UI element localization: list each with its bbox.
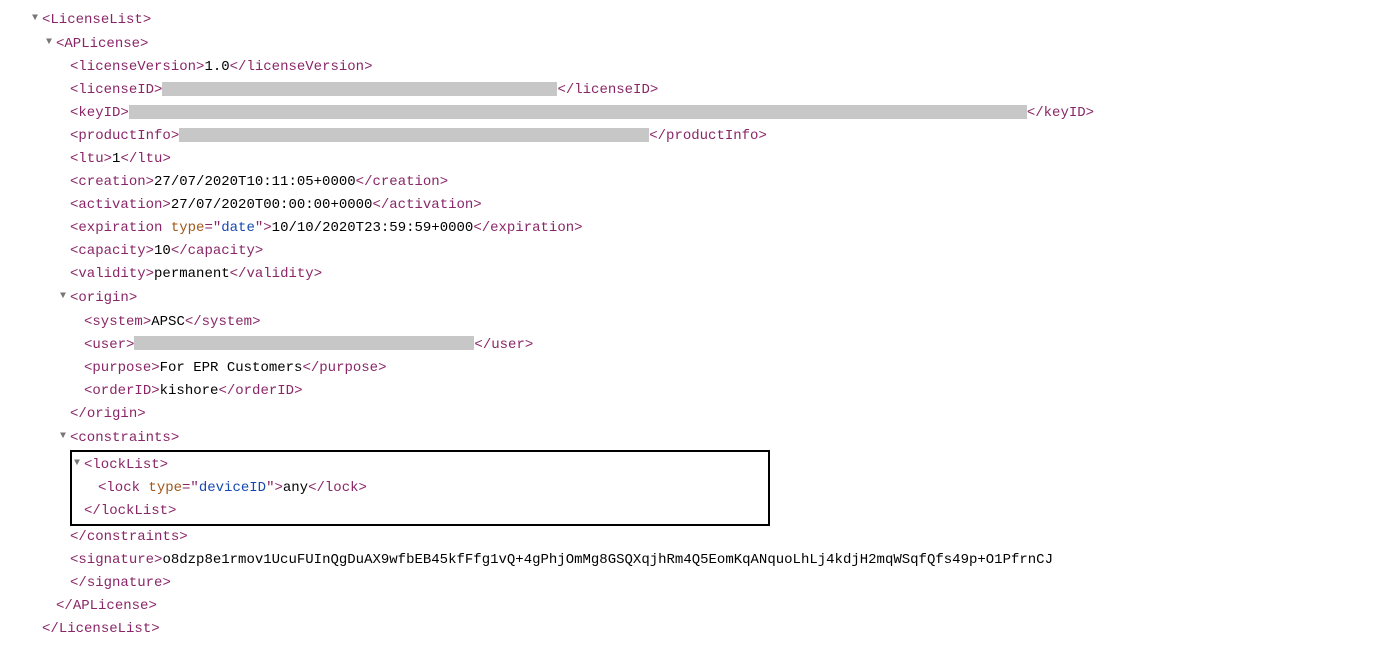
xml-line: </APLicense> bbox=[0, 595, 1381, 618]
xml-line: <productInfo></productInfo> bbox=[0, 125, 1381, 148]
xml-line: <lock type="deviceID">any</lock> bbox=[0, 477, 768, 500]
xml-line: <activation>27/07/2020T00:00:00+0000</ac… bbox=[0, 194, 1381, 217]
tag-expiration: <expiration bbox=[70, 220, 171, 236]
tag-open-APLicense: <APLicense> bbox=[56, 36, 148, 52]
xml-line: <orderID>kishore</orderID> bbox=[0, 380, 1381, 403]
redacted-productInfo bbox=[179, 128, 649, 142]
xml-line: <licenseID></licenseID> bbox=[0, 79, 1381, 102]
tag-purpose: <purpose> bbox=[84, 360, 160, 376]
xml-line: <capacity>10</capacity> bbox=[0, 240, 1381, 263]
tag-licenseID: <licenseID> bbox=[70, 82, 162, 98]
xml-line: <user></user> bbox=[0, 334, 1381, 357]
tag-close-origin: </origin> bbox=[70, 406, 146, 422]
xml-line: </constraints> bbox=[0, 526, 1381, 549]
value-capacity: 10 bbox=[154, 243, 171, 259]
value-lock: any bbox=[283, 480, 308, 496]
value-creation: 27/07/2020T10:11:05+0000 bbox=[154, 174, 356, 190]
tag-lock: <lock bbox=[98, 480, 148, 496]
xml-line: </lockList> bbox=[0, 500, 768, 523]
tag-open-lockList: <lockList> bbox=[84, 457, 168, 473]
collapse-toggle[interactable]: ▼ bbox=[28, 7, 42, 30]
tag-productInfo: <productInfo> bbox=[70, 128, 179, 144]
xml-line: <licenseVersion>1.0</licenseVersion> bbox=[0, 56, 1381, 79]
xml-line: <purpose>For EPR Customers</purpose> bbox=[0, 357, 1381, 380]
xml-line: <signature>o8dzp8e1rmov1UcuFUInQgDuAX9wf… bbox=[0, 549, 1381, 572]
redacted-keyID bbox=[129, 105, 1027, 119]
tag-creation: <creation> bbox=[70, 174, 154, 190]
collapse-toggle[interactable]: ▼ bbox=[70, 452, 84, 475]
attr-value-deviceID: deviceID bbox=[199, 480, 266, 496]
value-expiration: 10/10/2020T23:59:59+0000 bbox=[272, 220, 474, 236]
xml-line: <ltu>1</ltu> bbox=[0, 148, 1381, 171]
tag-close-constraints: </constraints> bbox=[70, 529, 188, 545]
value-validity: permanent bbox=[154, 266, 230, 282]
tag-open-constraints: <constraints> bbox=[70, 430, 179, 446]
xml-line: <system>APSC</system> bbox=[0, 311, 1381, 334]
xml-line: ▼<LicenseList> bbox=[0, 8, 1381, 32]
tag-ltu: <ltu> bbox=[70, 151, 112, 167]
xml-line: <expiration type="date">10/10/2020T23:59… bbox=[0, 217, 1381, 240]
tag-capacity: <capacity> bbox=[70, 243, 154, 259]
tag-user: <user> bbox=[84, 337, 134, 353]
value-purpose: For EPR Customers bbox=[160, 360, 303, 376]
redacted-licenseID bbox=[162, 82, 557, 96]
tag-licenseVersion: <licenseVersion> bbox=[70, 59, 204, 75]
xml-line: </signature> bbox=[0, 572, 1381, 595]
tag-close-signature: </signature> bbox=[70, 575, 171, 591]
xml-line: ▼<lockList> bbox=[0, 453, 768, 477]
tag-system: <system> bbox=[84, 314, 151, 330]
xml-line: <validity>permanent</validity> bbox=[0, 263, 1381, 286]
highlight-box: ▼<lockList> <lock type="deviceID">any</l… bbox=[70, 450, 770, 526]
tag-signature: <signature> bbox=[70, 552, 162, 568]
tag-open-LicenseList: <LicenseList> bbox=[42, 12, 151, 28]
collapse-toggle[interactable]: ▼ bbox=[56, 425, 70, 448]
xml-line: <creation>27/07/2020T10:11:05+0000</crea… bbox=[0, 171, 1381, 194]
xml-line: <keyID></keyID> bbox=[0, 102, 1381, 125]
tag-validity: <validity> bbox=[70, 266, 154, 282]
value-orderID: kishore bbox=[160, 383, 219, 399]
tag-orderID: <orderID> bbox=[84, 383, 160, 399]
attr-type: type bbox=[148, 480, 182, 496]
redacted-user bbox=[134, 336, 474, 350]
value-licenseVersion: 1.0 bbox=[204, 59, 229, 75]
tag-activation: <activation> bbox=[70, 197, 171, 213]
attr-type: type bbox=[171, 220, 205, 236]
value-activation: 27/07/2020T00:00:00+0000 bbox=[171, 197, 373, 213]
tag-keyID: <keyID> bbox=[70, 105, 129, 121]
tag-close-APLicense: </APLicense> bbox=[56, 598, 157, 614]
value-signature: o8dzp8e1rmov1UcuFUInQgDuAX9wfbEB45kfFfg1… bbox=[162, 552, 1053, 568]
collapse-toggle[interactable]: ▼ bbox=[42, 31, 56, 54]
xml-line: </LicenseList> bbox=[0, 618, 1381, 641]
xml-line: </origin> bbox=[0, 403, 1381, 426]
attr-value-date: date bbox=[221, 220, 255, 236]
xml-line: ▼<APLicense> bbox=[0, 32, 1381, 56]
xml-line: ▼<origin> bbox=[0, 286, 1381, 310]
collapse-toggle[interactable]: ▼ bbox=[56, 285, 70, 308]
xml-line: ▼<constraints> bbox=[0, 426, 1381, 450]
tag-open-origin: <origin> bbox=[70, 291, 137, 307]
tag-close-lockList: </lockList> bbox=[84, 503, 176, 519]
value-system: APSC bbox=[151, 314, 185, 330]
tag-close-LicenseList: </LicenseList> bbox=[42, 621, 160, 637]
